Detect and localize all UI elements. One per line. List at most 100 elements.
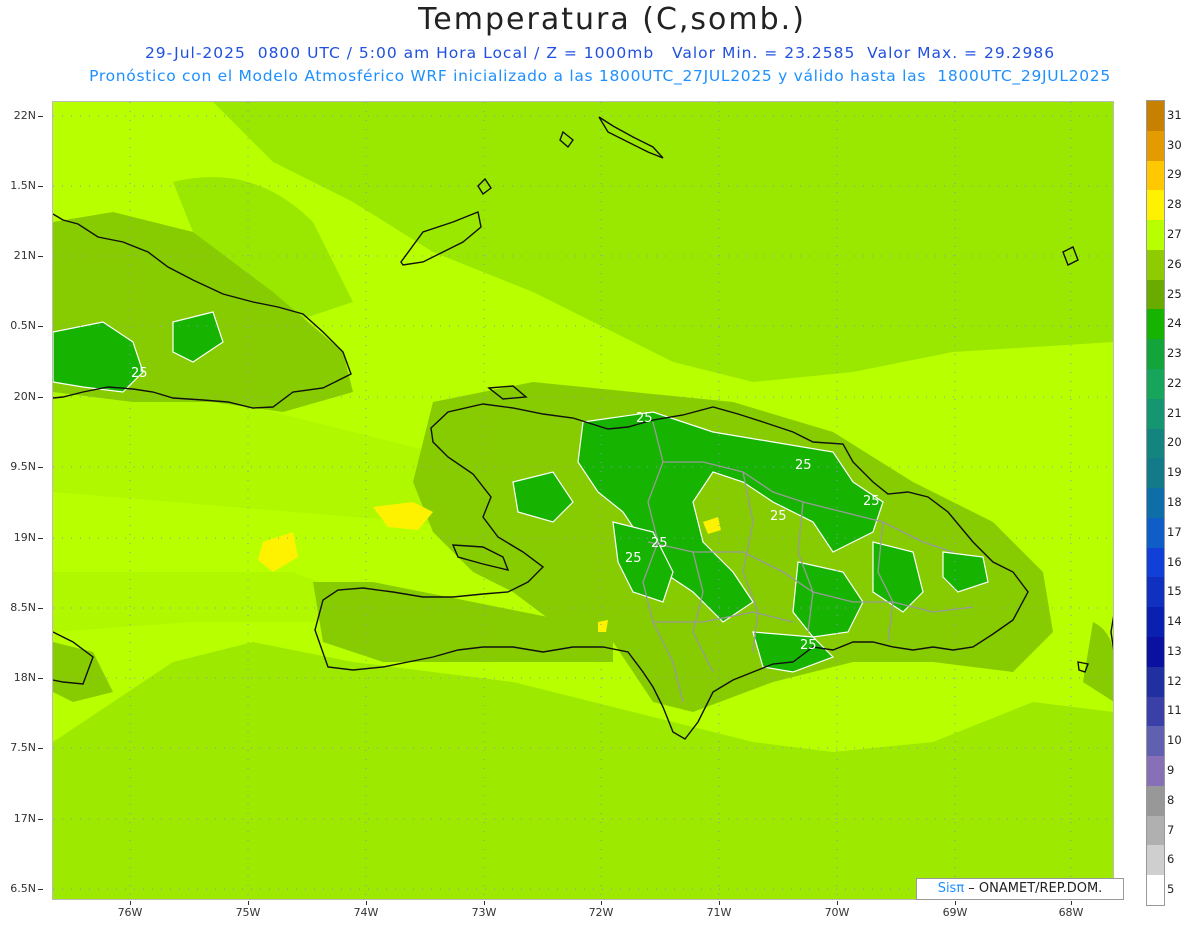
color-legend-label: 20 — [1167, 435, 1182, 450]
color-legend-label: 10 — [1167, 733, 1182, 748]
map-title: Temperatura (C,somb.) — [418, 2, 806, 37]
lat-label-20-5n: 0.5N — [10, 319, 36, 332]
lat-tick — [38, 889, 43, 890]
color-legend-label: 24 — [1167, 316, 1182, 331]
lon-label-73w: 73W — [471, 906, 497, 919]
lon-label-69w: 69W — [942, 906, 968, 919]
lat-tick — [38, 538, 43, 539]
lat-tick — [38, 116, 43, 117]
color-legend-swatch — [1147, 190, 1164, 221]
color-legend-swatch — [1147, 279, 1164, 310]
lat-tick — [38, 748, 43, 749]
lat-label-17n: 17N — [13, 812, 36, 825]
color-legend-label: 28 — [1167, 197, 1182, 212]
lat-label-21n: 21N — [13, 249, 36, 262]
color-legend-swatch — [1147, 339, 1164, 370]
lat-tick — [38, 397, 43, 398]
color-legend-label: 13 — [1167, 643, 1182, 658]
lon-tick — [130, 901, 131, 905]
lat-tick — [38, 256, 43, 257]
color-legend-label: 16 — [1167, 554, 1182, 569]
lat-label-18-5n: 8.5N — [10, 601, 36, 614]
contour-label-west-b: 25 — [625, 551, 642, 566]
lat-tick — [38, 326, 43, 327]
contour-label-south: 25 — [800, 638, 817, 653]
color-legend-label: 30 — [1167, 137, 1182, 152]
lon-label-71w: 71W — [706, 906, 732, 919]
lat-tick — [38, 608, 43, 609]
lat-label-19n: 19N — [13, 531, 36, 544]
color-legend-swatch — [1147, 249, 1164, 281]
lat-label-19-5n: 9.5N — [10, 460, 36, 473]
temperature-map: 25 25 25 25 25 25 25 25 25 — [53, 102, 1114, 900]
lat-label-22n: 22N — [13, 109, 36, 122]
color-legend-swatch — [1147, 756, 1164, 787]
lon-tick — [719, 901, 720, 905]
color-legend-swatch — [1147, 696, 1164, 727]
lon-tick — [601, 901, 602, 905]
color-legend-swatch — [1147, 369, 1164, 400]
color-legend-label: 9 — [1167, 763, 1175, 777]
color-legend-swatch — [1147, 130, 1164, 162]
color-legend-label: 19 — [1167, 465, 1182, 480]
color-legend-label: 26 — [1167, 256, 1182, 271]
map-subtitle-model: Pronóstico con el Modelo Atmosférico WRF… — [89, 67, 1111, 85]
color-legend-label: 27 — [1167, 227, 1182, 241]
color-legend-swatch — [1147, 160, 1164, 191]
lat-label-18n: 18N — [13, 671, 36, 684]
color-legend-label: 12 — [1167, 673, 1182, 688]
color-legend-swatch — [1147, 458, 1164, 489]
lat-label-20n: 20N — [13, 390, 36, 403]
lat-label-16-5n: 6.5N — [10, 882, 36, 895]
color-legend-swatch — [1147, 220, 1164, 251]
contour-label-cuba: 25 — [131, 366, 148, 381]
color-legend-label: 7 — [1167, 822, 1175, 837]
contour-label-center: 25 — [770, 509, 787, 524]
map-subtitle-time: 29-Jul-2025 0800 UTC / 5:00 am Hora Loca… — [144, 44, 1056, 62]
color-legend-swatch — [1147, 428, 1164, 459]
color-legend-swatch — [1147, 875, 1164, 906]
contour-label-north: 25 — [636, 411, 653, 426]
color-legend-label: 25 — [1167, 286, 1182, 301]
lat-label-21-5n: 1.5N — [10, 179, 36, 192]
lon-label-68w: 68W — [1058, 906, 1084, 919]
color-legend-swatch — [1147, 517, 1164, 549]
color-legend-swatch — [1147, 309, 1164, 340]
color-legend-label: 15 — [1167, 584, 1182, 599]
color-legend-label: 29 — [1167, 167, 1182, 182]
color-legend-swatch — [1147, 101, 1164, 132]
color-legend-swatch — [1147, 398, 1164, 430]
lon-tick — [1071, 901, 1072, 905]
lon-tick — [248, 901, 249, 905]
color-legend-label: 6 — [1167, 852, 1175, 867]
color-legend-label: 18 — [1167, 495, 1182, 509]
color-legend-label: 22 — [1167, 375, 1182, 390]
color-legend-swatch — [1147, 815, 1164, 846]
color-legend-swatch — [1147, 785, 1164, 817]
color-legend — [1146, 100, 1165, 906]
color-legend-swatch — [1147, 726, 1164, 757]
color-legend-label: 5 — [1167, 882, 1175, 897]
credit-box: Sisπ – ONAMET/REP.DOM. — [916, 878, 1124, 900]
contour-label-east: 25 — [863, 494, 880, 509]
lon-label-72w: 72W — [588, 906, 614, 919]
contour-label-west-a: 25 — [651, 536, 668, 551]
color-legend-label: 23 — [1167, 346, 1182, 361]
lon-label-75w: 75W — [235, 906, 261, 919]
color-legend-label: 31 — [1167, 107, 1182, 122]
color-legend-swatch — [1147, 488, 1164, 519]
lat-label-17-5n: 7.5N — [10, 741, 36, 754]
color-legend-swatch — [1147, 607, 1164, 638]
lon-label-74w: 74W — [353, 906, 379, 919]
lat-tick — [38, 678, 43, 679]
lon-tick — [484, 901, 485, 905]
color-legend-swatch — [1147, 666, 1164, 698]
color-legend-label: 17 — [1167, 524, 1182, 539]
color-legend-swatch — [1147, 637, 1164, 668]
color-legend-label: 14 — [1167, 614, 1182, 629]
contour-label-cibao: 25 — [795, 458, 812, 473]
credit-brand: Sisπ — [937, 881, 965, 896]
color-legend-swatch — [1147, 577, 1164, 608]
lon-tick — [837, 901, 838, 905]
lon-tick — [955, 901, 956, 905]
